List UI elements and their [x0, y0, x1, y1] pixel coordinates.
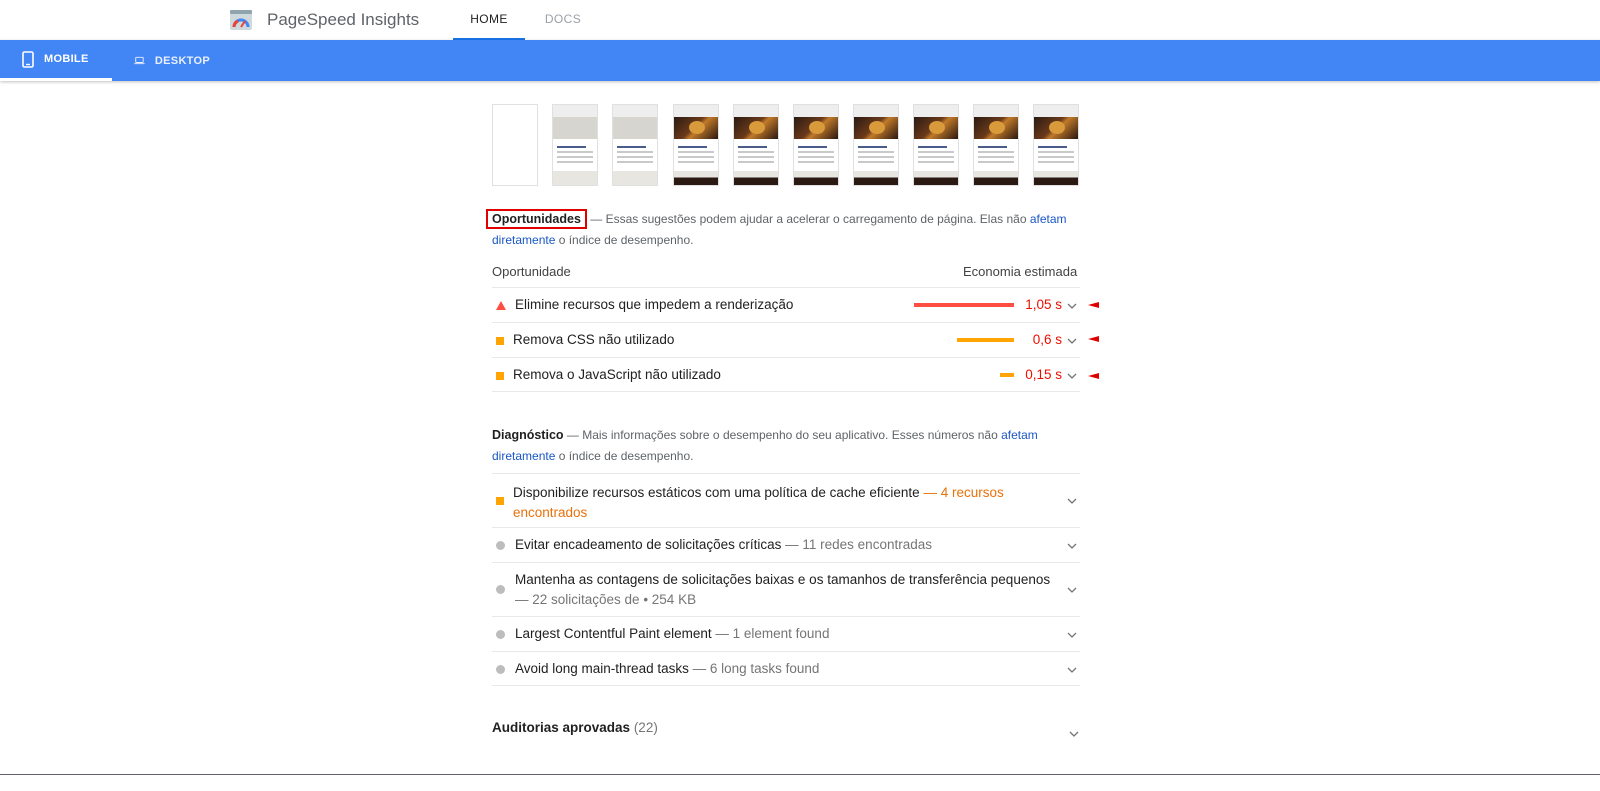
opportunity-title: Elimine recursos que impedem a renderiza…	[515, 297, 794, 312]
tab-docs-label: DOCS	[544, 12, 582, 26]
fail-triangle-icon	[496, 301, 506, 310]
savings-value: 0,15 s	[1025, 367, 1062, 382]
annotation-arrow	[1088, 336, 1099, 342]
diagnostic-detail: — 6 long tasks found	[688, 661, 820, 676]
chevron-down-icon[interactable]	[1066, 540, 1078, 552]
filmstrip-frame	[492, 104, 538, 186]
opportunity-title: Remova o JavaScript não utilizado	[513, 367, 721, 382]
opportunity-row[interactable]: Remova CSS não utilizado 0,6 s	[492, 322, 1080, 357]
filmstrip-frame	[793, 104, 839, 186]
column-header-savings: Economia estimada	[963, 264, 1078, 279]
diagnostic-detail: — 11 redes encontradas	[781, 537, 932, 552]
diagnostic-row[interactable]: Evitar encadeamento de solicitações crít…	[492, 527, 1080, 562]
opportunity-row[interactable]: Elimine recursos que impedem a renderiza…	[492, 287, 1080, 322]
average-square-icon	[496, 372, 504, 380]
savings-bar	[914, 303, 1014, 307]
device-tab-bar: MOBILE DESKTOP	[0, 40, 1600, 81]
diagnostic-title: Largest Contentful Paint element — 1 ele…	[515, 626, 829, 641]
filmstrip-frame	[673, 104, 719, 186]
chevron-down-icon[interactable]	[1066, 300, 1078, 312]
savings-value: 0,6 s	[1032, 332, 1062, 347]
opportunities-description: Oportunidades — Essas sugestões podem aj…	[486, 209, 1092, 251]
passed-audits-toggle[interactable]: Auditorias aprovadas (22)	[492, 720, 658, 735]
diagnostic-title: Avoid long main-thread tasks — 6 long ta…	[515, 661, 819, 676]
diagnostic-title-text: Disponibilize recursos estáticos com uma…	[513, 485, 920, 500]
phone-icon	[22, 50, 34, 68]
opportunities-desc-text: — Essas sugestões podem ajudar a acelera…	[586, 212, 1030, 226]
chevron-down-icon[interactable]	[1066, 629, 1078, 641]
filmstrip-frame	[913, 104, 959, 186]
average-square-icon	[496, 497, 504, 505]
diagnostic-detail: — 1 element found	[711, 626, 830, 641]
opportunities-desc-end: o índice de desempenho.	[555, 233, 694, 247]
filmstrip-frame	[1033, 104, 1079, 186]
tab-mobile-label: MOBILE	[44, 53, 89, 65]
diagnostics-heading: Diagnóstico	[492, 428, 564, 442]
diagnostic-row[interactable]: Avoid long main-thread tasks — 6 long ta…	[492, 651, 1080, 686]
opportunity-title: Remova CSS não utilizado	[513, 332, 675, 347]
top-header: PageSpeed Insights HOME DOCS	[0, 0, 1600, 40]
chevron-down-icon[interactable]	[1066, 370, 1078, 382]
bottom-divider	[0, 774, 1600, 775]
diagnostic-title: Disponibilize recursos estáticos com uma…	[513, 483, 1033, 523]
diagnostics-desc-end: o índice de desempenho.	[555, 449, 694, 463]
filmstrip-frame	[973, 104, 1019, 186]
info-dot-icon	[496, 665, 505, 674]
savings-value: 1,05 s	[1025, 297, 1062, 312]
opportunity-row[interactable]: Remova o JavaScript não utilizado 0,15 s	[492, 357, 1080, 392]
chevron-down-icon[interactable]	[1068, 728, 1080, 740]
info-dot-icon	[496, 585, 505, 594]
annotation-arrow	[1088, 302, 1099, 308]
tab-home-label: HOME	[470, 12, 508, 26]
annotation-arrow	[1088, 373, 1099, 379]
tab-home[interactable]: HOME	[453, 0, 525, 40]
diagnostic-detail: — 22 solicitações de • 254 KB	[515, 592, 697, 607]
average-square-icon	[496, 337, 504, 345]
chevron-down-icon[interactable]	[1066, 495, 1078, 507]
laptop-icon	[134, 56, 145, 65]
diagnostics-desc-text: — Mais informações sobre o desempenho do…	[563, 428, 1002, 442]
diagnostic-title-text: Avoid long main-thread tasks	[515, 661, 689, 676]
info-dot-icon	[496, 541, 505, 550]
opportunities-heading: Oportunidades	[486, 209, 587, 229]
diagnostic-title: Mantenha as contagens de solicitações ba…	[515, 570, 1060, 610]
chevron-down-icon[interactable]	[1066, 584, 1078, 596]
tab-desktop[interactable]: DESKTOP	[112, 40, 232, 81]
diagnostic-row[interactable]: Mantenha as contagens de solicitações ba…	[492, 562, 1080, 616]
diagnostic-title-text: Mantenha as contagens de solicitações ba…	[515, 572, 1051, 587]
diagnostics-description: Diagnóstico — Mais informações sobre o d…	[492, 425, 1092, 467]
savings-bar	[957, 338, 1014, 342]
tab-docs[interactable]: DOCS	[527, 0, 599, 40]
diagnostic-row[interactable]: Largest Contentful Paint element — 1 ele…	[492, 616, 1080, 651]
diagnostic-title: Evitar encadeamento de solicitações crít…	[515, 537, 932, 552]
tab-desktop-label: DESKTOP	[154, 54, 210, 67]
chevron-down-icon[interactable]	[1066, 335, 1078, 347]
column-header-opportunity: Oportunidade	[492, 264, 571, 279]
app-title: PageSpeed Insights	[267, 10, 420, 29]
diagnostic-title-text: Evitar encadeamento de solicitações crít…	[515, 537, 782, 552]
filmstrip-frame	[733, 104, 779, 186]
filmstrip-frame	[853, 104, 899, 186]
tab-mobile[interactable]: MOBILE	[0, 40, 112, 81]
diagnostic-row[interactable]: Disponibilize recursos estáticos com uma…	[492, 473, 1080, 527]
pagespeed-logo-icon[interactable]	[229, 8, 253, 32]
info-dot-icon	[496, 630, 505, 639]
savings-bar	[1000, 373, 1014, 377]
passed-audits-count: (22)	[633, 720, 658, 735]
chevron-down-icon[interactable]	[1066, 664, 1078, 676]
passed-audits-label: Auditorias aprovadas	[492, 720, 631, 735]
diagnostic-title-text: Largest Contentful Paint element	[515, 626, 712, 641]
filmstrip-frame	[552, 104, 598, 186]
filmstrip	[492, 104, 1080, 188]
filmstrip-frame	[612, 104, 658, 186]
